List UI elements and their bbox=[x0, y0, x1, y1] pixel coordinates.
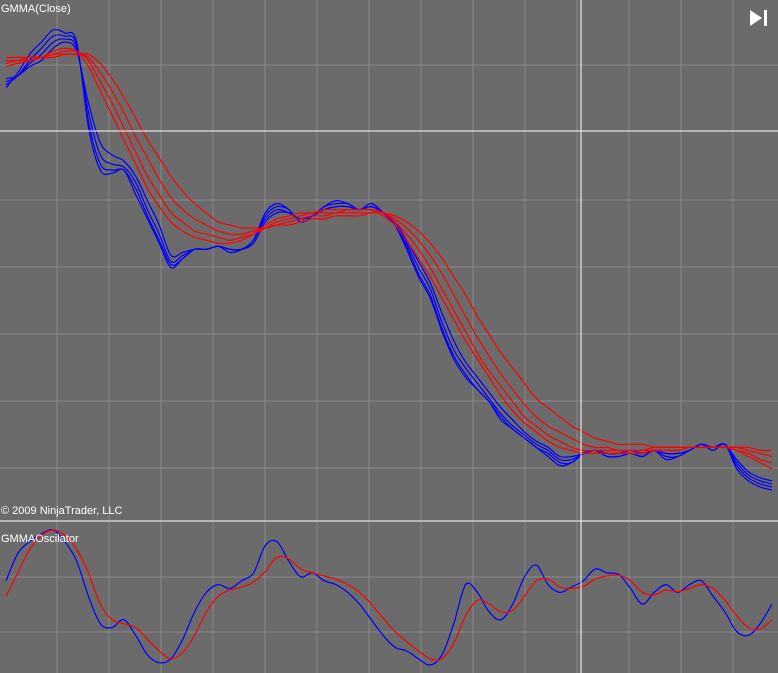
oscillator-series-group bbox=[5, 529, 773, 666]
skip-to-end-icon[interactable] bbox=[748, 8, 770, 28]
red-line-long-7 bbox=[5, 53, 773, 452]
copyright-label: © 2009 NinjaTrader, LLC bbox=[1, 505, 123, 517]
main-panel-label: GMMA(Close) bbox=[1, 3, 71, 15]
red-line-long-6 bbox=[5, 53, 773, 458]
chart-window: GMMA(Close) © 2009 NinjaTrader, LLC GMMA… bbox=[0, 0, 778, 673]
blue-line-short-0 bbox=[5, 28, 773, 491]
oscillator-panel-label: GMMAOscilator bbox=[1, 533, 79, 545]
blue-line-short-1 bbox=[5, 34, 773, 488]
red-line-signal-1 bbox=[5, 529, 773, 661]
oscillator-panel-grid bbox=[0, 522, 778, 673]
blue-line-oscillator-0 bbox=[5, 529, 773, 666]
gmma-series-group bbox=[5, 28, 773, 491]
main-panel-grid bbox=[0, 0, 778, 520]
chart-canvas[interactable] bbox=[0, 0, 778, 673]
red-line-long-4 bbox=[5, 47, 773, 470]
